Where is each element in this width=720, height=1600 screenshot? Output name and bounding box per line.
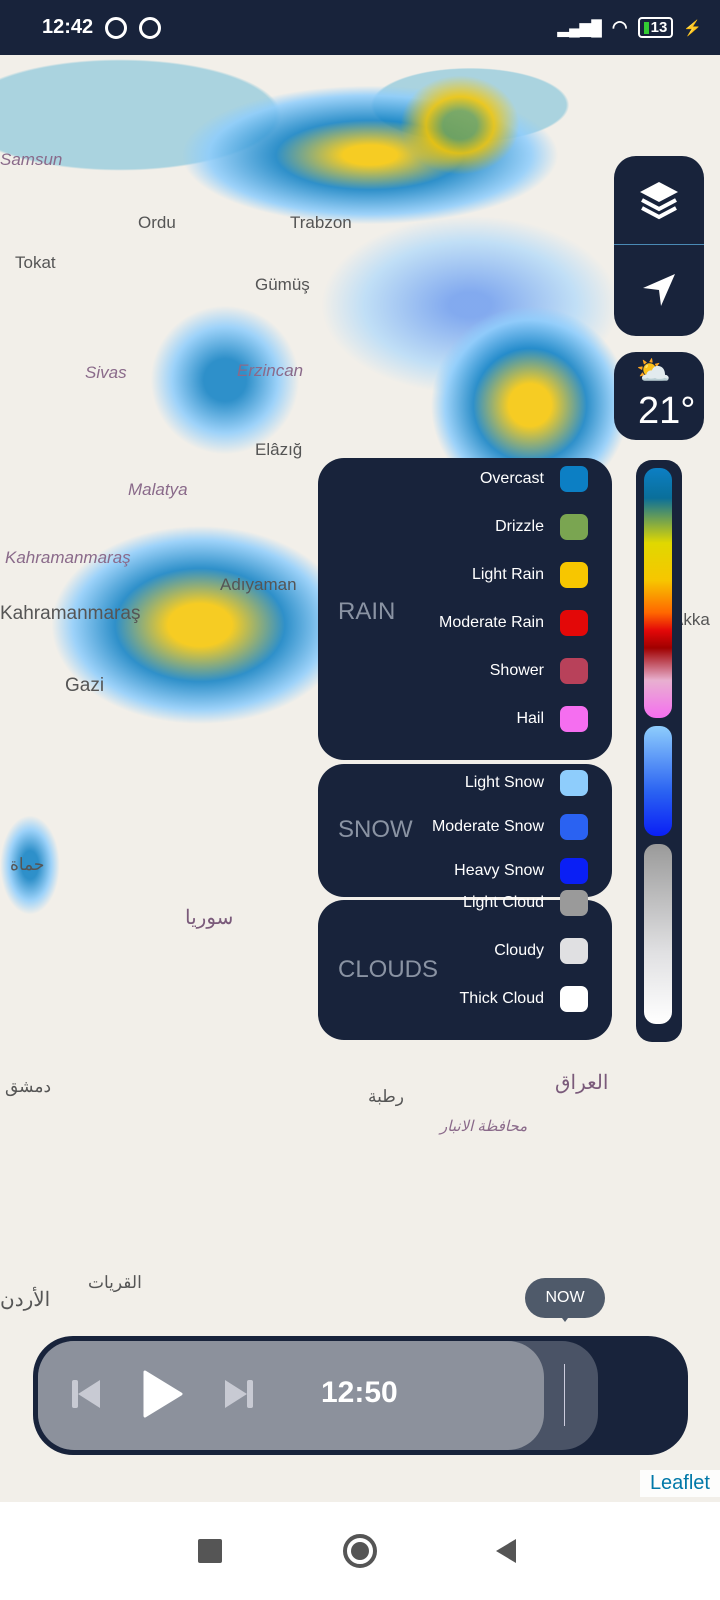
map-label: Trabzon (290, 213, 352, 232)
legend-swatch (560, 610, 588, 636)
legend-rain: RAIN Overcast Drizzle Light Rain Moderate R… (318, 458, 612, 760)
current-time: 12:50 (321, 1376, 398, 1409)
legend-item: Light Snow (465, 770, 588, 796)
map-label: Tokat (15, 253, 56, 272)
partly-cloudy-rain-icon: ⛅ (636, 355, 671, 386)
legend-label: Shower (489, 662, 544, 679)
skip-forward-button[interactable] (223, 1378, 255, 1410)
legend-snow: SNOW Light Snow Moderate Snow Heavy Snow (318, 764, 612, 897)
recents-button[interactable] (198, 1539, 222, 1563)
legend-label: Heavy Snow (454, 862, 544, 879)
battery-icon: 13 (637, 17, 674, 38)
legend-item: Light Rain (472, 562, 588, 588)
temperature: 21° (638, 390, 696, 432)
notification-icon (105, 16, 128, 39)
notification-icon (139, 16, 162, 39)
status-time: 12:42 (42, 16, 94, 38)
legend-item: Thick Cloud (460, 986, 588, 1012)
back-button[interactable] (494, 1538, 518, 1564)
legend-label: Moderate Snow (431, 818, 544, 835)
map-label: Sivas (85, 363, 127, 382)
playback-bar[interactable]: 12:50 (33, 1336, 688, 1455)
snow-gradient (644, 726, 672, 836)
home-button[interactable] (343, 1534, 377, 1568)
map-label: Samsun (0, 150, 63, 169)
map-label: رطبة (368, 1087, 404, 1106)
charging-icon: ⚡ (683, 19, 702, 37)
legend-swatch (560, 986, 588, 1012)
legend-title: RAIN (338, 598, 396, 625)
signal-icon: ▂▄▆█ (557, 19, 602, 37)
legend-item: Heavy Snow (454, 858, 588, 884)
legend-item: Light Cloud (463, 890, 588, 916)
legend-item: Hail (516, 706, 588, 732)
map-label: الأردن (0, 1289, 51, 1311)
play-button[interactable] (143, 1370, 183, 1418)
now-marker: NOW (525, 1278, 605, 1322)
legend-item: Drizzle (495, 514, 588, 540)
layers-icon (640, 182, 678, 220)
legend-swatch (560, 890, 588, 916)
wifi-icon: ◠ (611, 17, 628, 37)
now-line (564, 1364, 565, 1426)
legend-clouds: CLOUDS Light Cloud Cloudy Thick Cloud (318, 890, 612, 1040)
navigation-arrow-icon (643, 274, 675, 306)
map-label: Gazi (65, 675, 105, 696)
legend-swatch (560, 466, 588, 492)
legend-swatch (560, 514, 588, 540)
legend-swatch (560, 658, 588, 684)
legend-label: Light Rain (471, 566, 544, 583)
legend-title: CLOUDS (338, 956, 439, 983)
legend-swatch (560, 814, 588, 840)
legend-item: Cloudy (494, 938, 588, 964)
leaflet-attribution-link[interactable]: Leaflet (639, 1470, 720, 1497)
legend-label: Cloudy (494, 942, 544, 959)
weather-button[interactable]: ⛅ 21° (614, 352, 704, 440)
legend-swatch (560, 562, 588, 588)
legend-label: Light Cloud (463, 894, 544, 911)
map-label: Malatya (128, 480, 188, 499)
layers-button[interactable] (614, 156, 704, 245)
cloud-gradient (644, 844, 672, 1024)
locate-button[interactable] (614, 245, 704, 335)
legend-item: Moderate Rain (439, 610, 588, 636)
map-label: سوريا (185, 907, 234, 929)
legend-swatch (560, 938, 588, 964)
map-label: Erzincan (237, 361, 304, 380)
legend-title: SNOW (338, 816, 413, 843)
system-nav-bar (0, 1502, 720, 1600)
map-label: Ordu (138, 213, 176, 232)
legend-item: Shower (490, 658, 588, 684)
legend-label: Hail (516, 710, 544, 727)
legend-swatch (560, 770, 588, 796)
map-label: Kahramanmaraş (0, 603, 141, 624)
legend-label: Overcast (479, 470, 544, 487)
map-label: Adıyaman (220, 575, 297, 594)
map-label: Kahramanmaraş (5, 548, 131, 567)
skip-back-button[interactable] (70, 1378, 102, 1410)
map-label: العراق (555, 1072, 609, 1094)
map-label: محافظة الانبار (440, 1118, 528, 1135)
map-controls (614, 156, 704, 336)
legend-item: Moderate Snow (432, 814, 588, 840)
map-label: Elâzığ (255, 440, 303, 459)
map-label: دمشق (5, 1077, 52, 1096)
legend-swatch (560, 706, 588, 732)
map-label: Gümüş (255, 275, 310, 294)
color-scale-bar (636, 460, 682, 1042)
map-label: حماة (10, 855, 45, 874)
legend-item: Overcast (480, 466, 588, 492)
legend-label: Drizzle (495, 518, 544, 535)
map-label: القريات (88, 1273, 142, 1292)
legend-label: Thick Cloud (459, 990, 544, 1007)
status-bar: 12:42 ▂▄▆█ ◠ 13 ⚡ (0, 0, 720, 55)
legend-label: Moderate Rain (439, 614, 544, 631)
progress-fill[interactable] (38, 1341, 544, 1450)
legend-swatch (560, 858, 588, 884)
rain-gradient (644, 468, 672, 718)
legend-label: Light Snow (464, 774, 544, 791)
